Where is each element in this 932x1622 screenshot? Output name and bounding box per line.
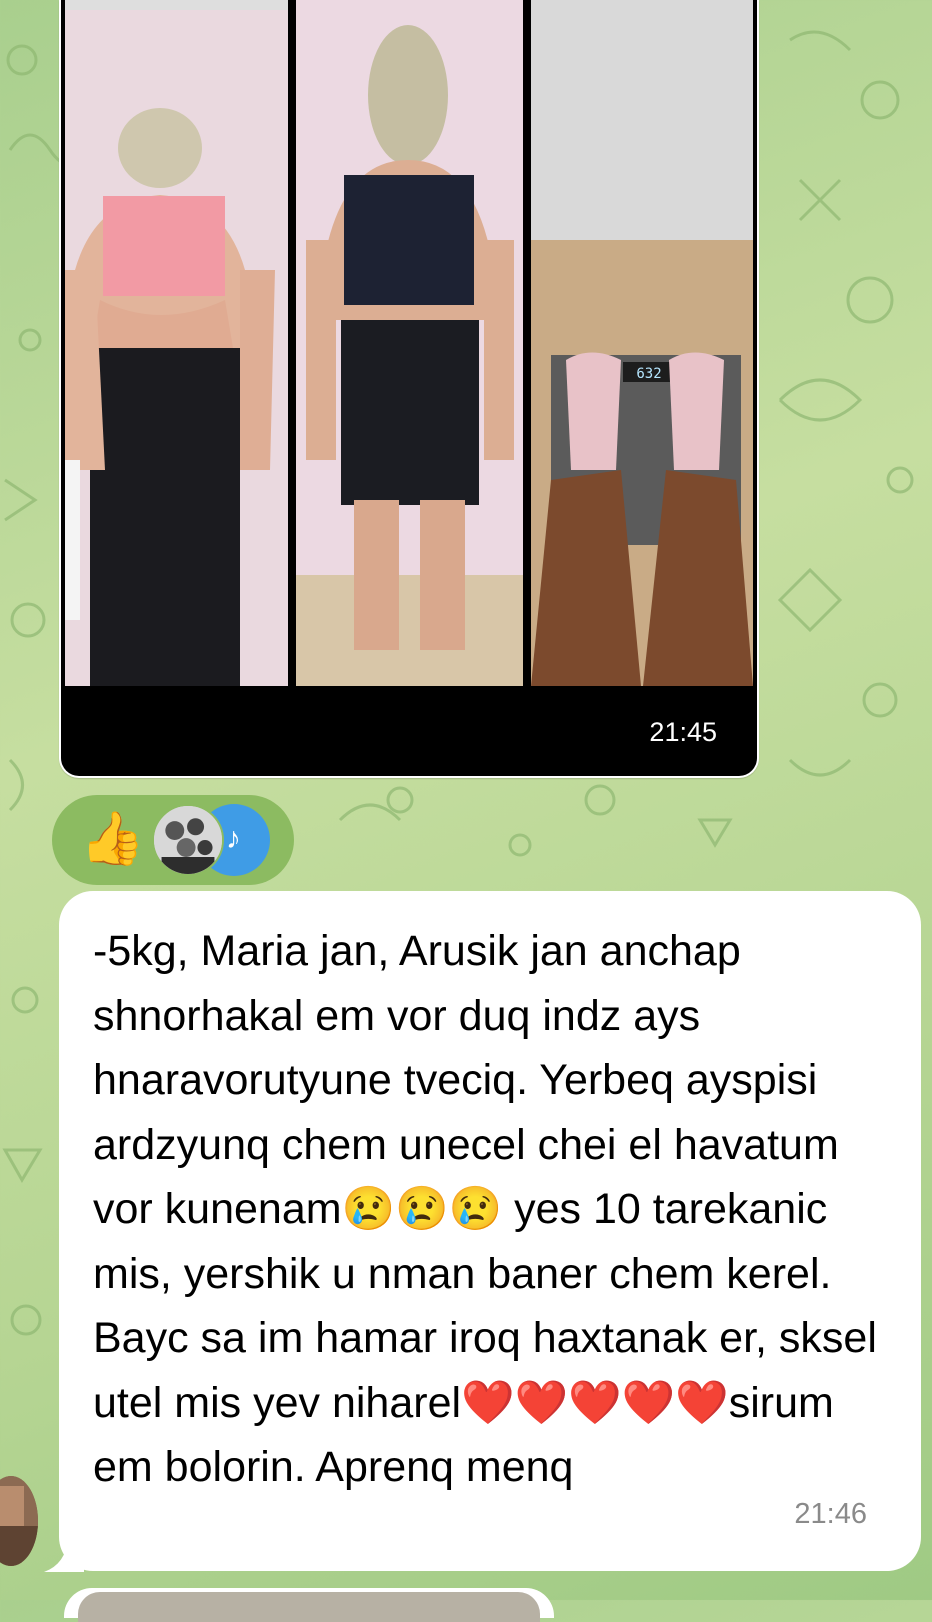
music-note-icon: ♪ <box>226 822 241 855</box>
message-text: -5kg, Maria jan, Arusik jan anchap shnor… <box>93 927 877 1491</box>
sender-avatar[interactable] <box>0 1476 38 1566</box>
photo-message-bubble[interactable]: 632 21:45 <box>59 0 759 778</box>
next-message-bubble[interactable] <box>64 1588 554 1622</box>
text-message-bubble[interactable]: -5kg, Maria jan, Arusik jan anchap shnor… <box>59 891 921 1571</box>
scale-photo[interactable]: 632 <box>531 0 753 686</box>
before-back-photo[interactable] <box>65 0 288 686</box>
message-timestamp: 21:45 <box>649 717 717 747</box>
svg-text:632: 632 <box>636 366 661 382</box>
reactor-avatars[interactable]: ♪ <box>152 804 282 876</box>
next-message-photo[interactable] <box>78 1592 540 1622</box>
reactor-avatar <box>152 804 224 876</box>
thumbs-up-reaction-icon[interactable]: 👍 <box>80 808 145 870</box>
message-timestamp: 21:46 <box>794 1498 867 1530</box>
reaction-bar[interactable]: 👍 ♪ <box>52 795 294 885</box>
after-back-photo[interactable] <box>296 0 523 686</box>
